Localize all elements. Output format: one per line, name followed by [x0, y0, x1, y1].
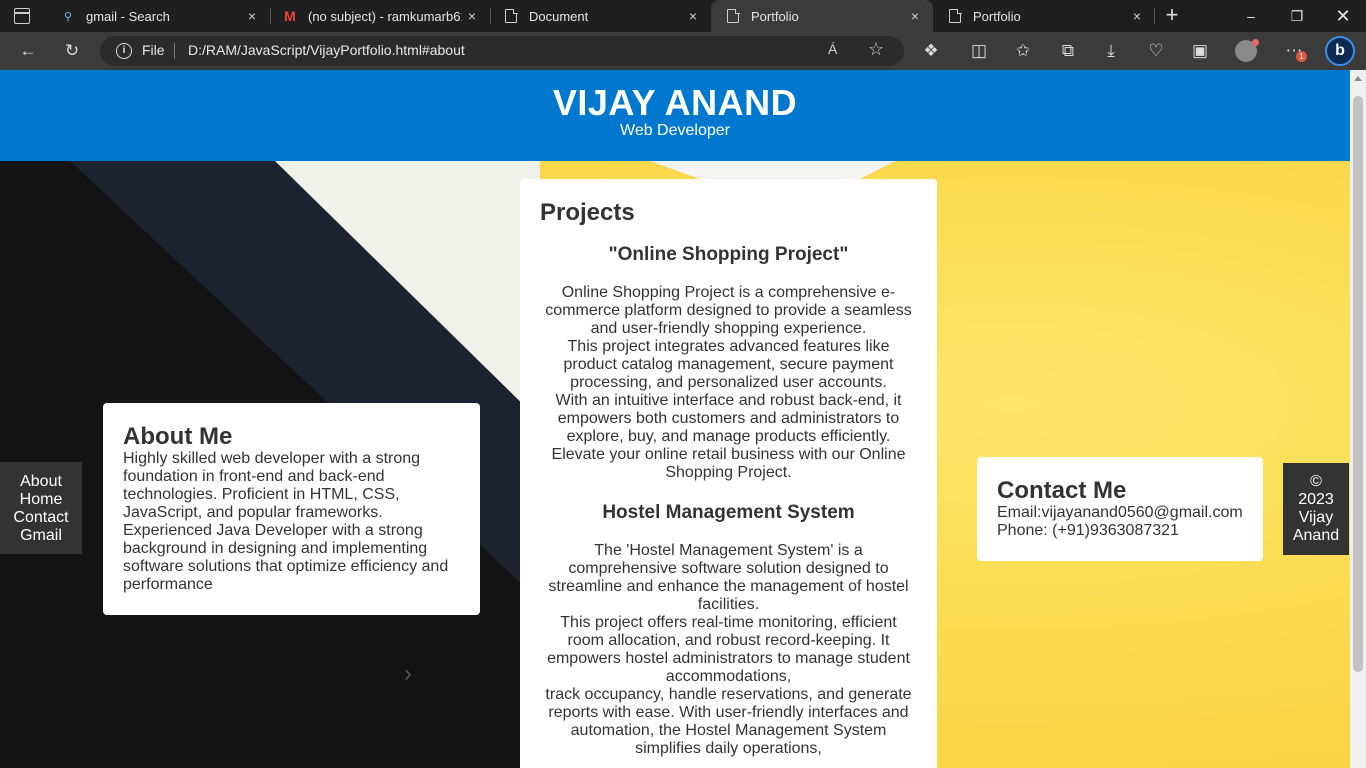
nav-contact-link[interactable]: Contact	[0, 509, 82, 527]
profile-avatar[interactable]	[1235, 39, 1259, 62]
about-section: About Me Highly skilled web developer wi…	[103, 403, 480, 615]
site-footer: © 2023 Vijay Anand	[1283, 463, 1349, 555]
scroll-up-arrow-icon[interactable]	[1354, 76, 1362, 81]
notification-badge: 1	[1296, 51, 1307, 62]
project-line: Elevate your online retail business with…	[551, 446, 906, 481]
footer-year: 2023	[1298, 491, 1334, 508]
contact-heading: Contact Me	[997, 477, 1127, 504]
restore-button[interactable]: ❐	[1274, 0, 1320, 32]
projects-section: Projects "Online Shopping Project" Onlin…	[520, 179, 937, 768]
tab-gmail-search[interactable]: ⚲ gmail - Search ×	[46, 0, 270, 32]
tab-portfolio-active[interactable]: Portfolio ×	[711, 0, 933, 32]
tab-title: (no subject) - ramkumarb610	[308, 8, 462, 24]
extensions-icon[interactable]: ❖	[920, 40, 942, 62]
close-window-button[interactable]: ✕	[1320, 0, 1366, 32]
footer-first-name: Vijay	[1298, 509, 1334, 526]
tab-strip: ⚲ gmail - Search × M (no subject) - ramk…	[0, 0, 1366, 32]
scheme-label: File	[142, 42, 165, 58]
tab-divider	[1154, 8, 1155, 24]
contact-email: Email:vijayanand0560@gmail.com	[997, 504, 1243, 521]
nav-gmail-link[interactable]: Gmail	[0, 527, 82, 545]
project-title: "Online Shopping Project"	[608, 244, 849, 265]
scrollbar-thumb[interactable]	[1353, 96, 1363, 672]
footer-copyright-symbol: ©	[1310, 473, 1322, 490]
close-tab-icon[interactable]: ×	[1129, 8, 1145, 24]
projects-heading: Projects	[540, 199, 635, 226]
workspaces-icon[interactable]: ▣	[1189, 40, 1211, 62]
browser-essentials-icon[interactable]: ♡	[1145, 40, 1167, 62]
address-divider	[174, 43, 175, 59]
project-title: Hostel Management System	[602, 502, 855, 523]
project-line: Online Shopping Project is a comprehensi…	[545, 284, 912, 337]
close-tab-icon[interactable]: ×	[244, 8, 260, 24]
tab-actions-icon[interactable]	[14, 8, 30, 24]
site-name: VIJAY ANAND	[552, 82, 798, 123]
browser-toolbar: ← ↻ i File D:/RAM/JavaScript/VijayPortfo…	[0, 32, 1366, 70]
split-screen-icon[interactable]: ◫	[968, 40, 990, 62]
site-role: Web Developer	[620, 122, 730, 139]
read-aloud-icon[interactable]: Á	[828, 41, 837, 57]
tab-title: Document	[529, 8, 589, 24]
favorite-star-icon[interactable]: ☆	[868, 39, 884, 60]
search-icon: ⚲	[63, 10, 73, 23]
download-icon[interactable]: ⤓	[1100, 40, 1122, 62]
page-viewport: VIJAY ANAND Web Developer About Home Con…	[0, 70, 1350, 768]
tab-portfolio[interactable]: Portfolio ×	[933, 0, 1155, 32]
refresh-icon[interactable]: ↻	[61, 40, 83, 62]
project-line: This project integrates advanced feature…	[563, 338, 894, 391]
document-icon	[947, 8, 963, 24]
nav-about-link[interactable]: About	[0, 473, 82, 491]
about-text: Highly skilled web developer with a stro…	[123, 450, 449, 593]
minimize-button[interactable]: –	[1228, 0, 1274, 32]
side-navigation: About Home Contact Gmail	[0, 462, 82, 554]
back-icon[interactable]: ←	[17, 40, 39, 62]
favorites-icon[interactable]: ✩	[1012, 40, 1034, 62]
close-tab-icon[interactable]: ×	[464, 8, 480, 24]
contact-phone: Phone: (+91)9363087321	[997, 522, 1179, 539]
project-line: With an intuitive interface and robust b…	[555, 392, 902, 445]
close-tab-icon[interactable]: ×	[907, 8, 923, 24]
project-description: Online Shopping Project is a comprehensi…	[540, 284, 917, 482]
address-bar[interactable]: i File D:/RAM/JavaScript/VijayPortfolio.…	[100, 36, 904, 66]
gmail-icon: M	[284, 8, 296, 24]
page-scrollbar[interactable]	[1350, 70, 1366, 768]
tab-document[interactable]: Document ×	[489, 0, 711, 32]
tab-title: gmail - Search	[86, 8, 170, 24]
document-icon	[503, 8, 519, 24]
project-line: This project offers real-time monitoring…	[547, 614, 910, 685]
document-icon	[725, 8, 741, 24]
chevron-right-icon: ›	[404, 660, 412, 687]
info-icon[interactable]: i	[116, 43, 132, 59]
project-description: The 'Hostel Management System' is a comp…	[540, 542, 917, 758]
collections-icon[interactable]: ⧉	[1057, 40, 1079, 62]
tab-title: Portfolio	[973, 8, 1021, 24]
footer-last-name: Anand	[1292, 527, 1340, 544]
about-heading: About Me	[123, 423, 233, 450]
project-line: The 'Hostel Management System' is a comp…	[548, 542, 909, 613]
site-header: VIJAY ANAND Web Developer	[0, 70, 1350, 161]
copilot-icon[interactable]: b	[1325, 36, 1355, 66]
new-tab-button[interactable]: +	[1160, 4, 1184, 28]
contact-section: Contact Me Email:vijayanand0560@gmail.co…	[977, 457, 1263, 561]
tab-title: Portfolio	[751, 8, 799, 24]
close-tab-icon[interactable]: ×	[685, 8, 701, 24]
tab-gmail-message[interactable]: M (no subject) - ramkumarb610 ×	[268, 0, 490, 32]
project-line: track occupancy, handle reservations, an…	[545, 686, 912, 757]
url-text[interactable]: D:/RAM/JavaScript/VijayPortfolio.html#ab…	[188, 42, 465, 58]
nav-home-link[interactable]: Home	[0, 491, 82, 509]
